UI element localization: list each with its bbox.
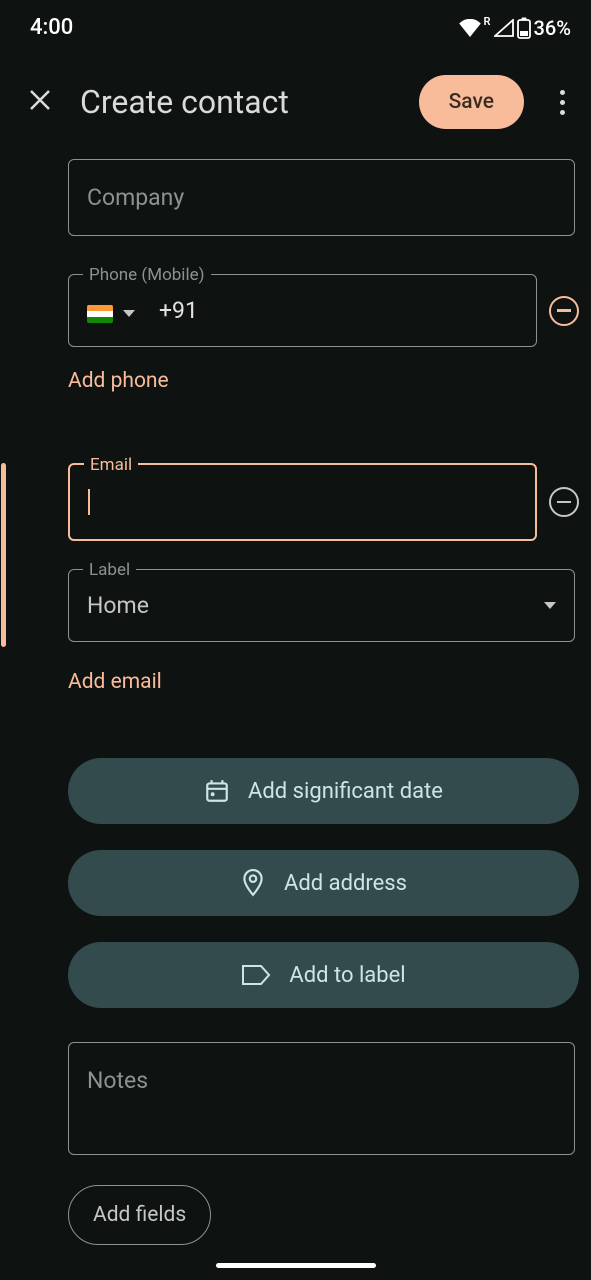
menu-dot-icon	[560, 90, 565, 95]
email-label-dropdown[interactable]: Label Home	[68, 569, 575, 642]
location-pin-icon	[240, 869, 266, 897]
notes-field[interactable]: Notes	[68, 1042, 575, 1155]
battery-icon	[517, 17, 531, 39]
menu-dot-icon	[560, 110, 565, 115]
add-address-button[interactable]: Add address	[68, 850, 579, 916]
active-section-indicator	[1, 463, 6, 647]
form-content: Company Phone (Mobile) +91	[0, 159, 591, 1245]
phone-prefix: +91	[159, 297, 198, 324]
company-placeholder: Company	[87, 184, 556, 211]
label-field-label: Label	[83, 560, 136, 580]
add-address-label: Add address	[284, 871, 407, 896]
chevron-down-icon	[123, 310, 135, 317]
status-bar: 4:00 R 36%	[0, 0, 591, 50]
page-title: Create contact	[80, 83, 391, 121]
signal-icon	[494, 19, 514, 37]
label-value: Home	[87, 592, 149, 619]
battery-percent: 36%	[534, 16, 571, 40]
calendar-icon	[204, 778, 230, 804]
country-code-dropdown[interactable]	[87, 305, 135, 323]
text-cursor	[88, 489, 90, 515]
status-time: 4:00	[30, 15, 73, 40]
minus-icon	[557, 501, 571, 504]
remove-phone-button[interactable]	[549, 296, 579, 326]
email-field[interactable]: Email	[68, 463, 537, 541]
app-header: Create contact Save	[0, 50, 591, 159]
email-label: Email	[84, 455, 138, 475]
menu-dot-icon	[560, 100, 565, 105]
notes-placeholder: Notes	[87, 1067, 556, 1094]
add-significant-date-button[interactable]: Add significant date	[68, 758, 579, 824]
add-email-link[interactable]: Add email	[68, 670, 162, 694]
add-label-label: Add to label	[289, 963, 405, 988]
save-button[interactable]: Save	[419, 75, 524, 129]
add-fields-button[interactable]: Add fields	[68, 1185, 211, 1245]
overflow-menu-button[interactable]	[552, 82, 573, 123]
add-to-label-button[interactable]: Add to label	[68, 942, 579, 1008]
company-field[interactable]: Company	[68, 159, 575, 236]
status-icons: R 36%	[459, 16, 571, 40]
phone-label: Phone (Mobile)	[83, 265, 211, 285]
add-phone-link[interactable]: Add phone	[68, 369, 169, 393]
phone-field[interactable]: Phone (Mobile) +91	[68, 274, 537, 347]
chevron-down-icon	[544, 602, 556, 609]
add-date-label: Add significant date	[248, 779, 443, 804]
close-icon	[28, 88, 52, 112]
close-button[interactable]	[28, 88, 52, 117]
label-tag-icon	[241, 963, 271, 987]
navigation-handle[interactable]	[216, 1263, 376, 1268]
wifi-icon	[459, 19, 481, 37]
roaming-indicator: R	[484, 15, 491, 28]
india-flag-icon	[87, 305, 113, 323]
minus-icon	[557, 309, 571, 312]
remove-email-button[interactable]	[549, 487, 579, 517]
